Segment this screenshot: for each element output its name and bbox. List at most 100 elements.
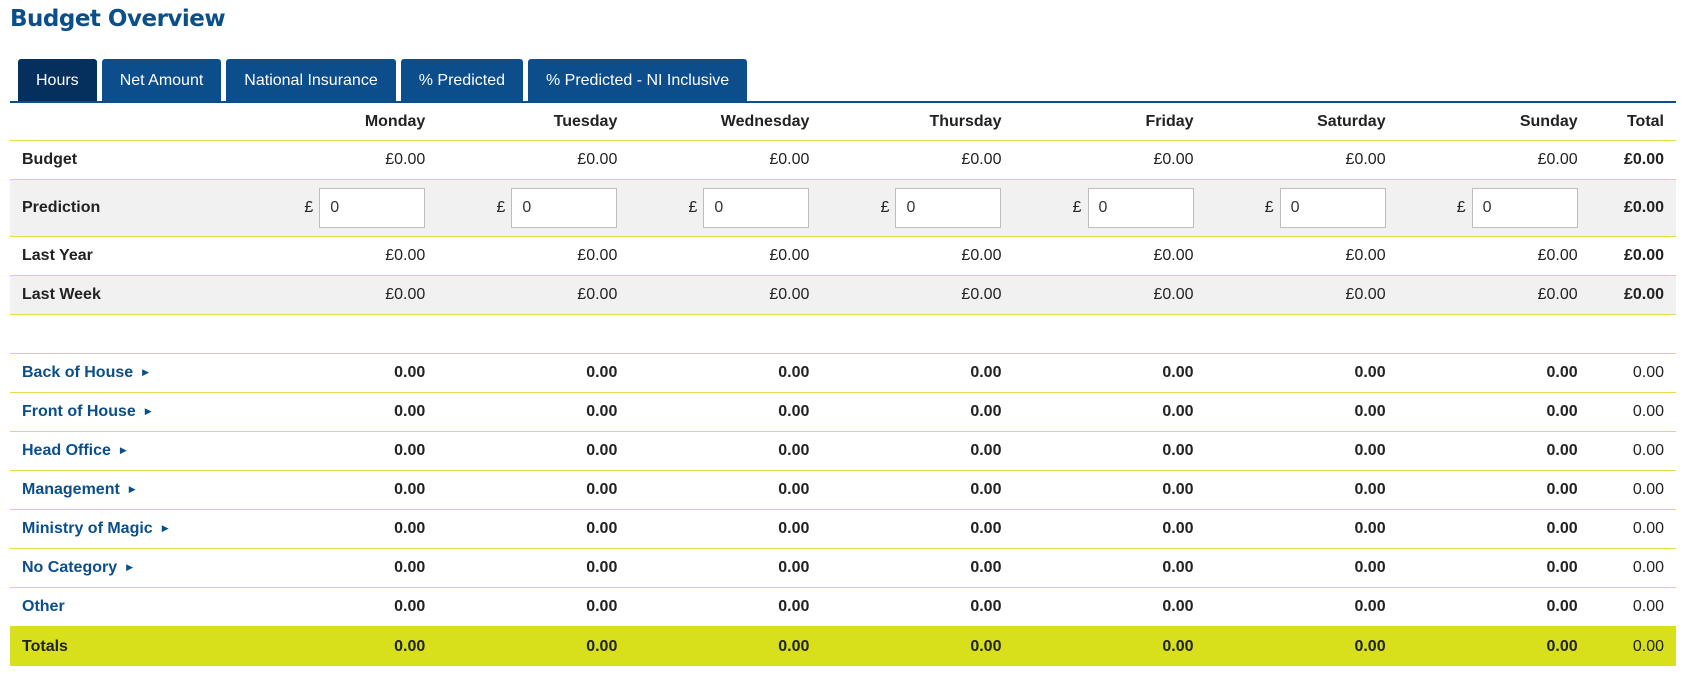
category-front-of-house-total: 0.00 (1589, 392, 1676, 432)
category-link-other[interactable]: Other (22, 598, 65, 615)
expand-arrow-icon[interactable]: ▶ (162, 523, 169, 533)
category-row-head-office: Head Office ▶ 0.00 0.00 0.00 0.00 0.00 0.00 0.00… (10, 431, 1676, 471)
budget-row-saturday: £0.00 (1205, 140, 1398, 180)
tab-net-amount[interactable]: Net Amount (101, 59, 222, 102)
prediction-cell-friday: £ (1013, 179, 1206, 237)
currency-symbol: £ (1264, 199, 1274, 216)
currency-symbol: £ (304, 199, 314, 216)
totals-row-thursday: 0.00 (821, 626, 1014, 666)
tab-percent-predicted[interactable]: % Predicted (400, 59, 523, 102)
expand-arrow-icon[interactable]: ▶ (145, 406, 152, 416)
category-no-category-thursday: 0.00 (821, 548, 1014, 588)
last-week-row-thursday: £0.00 (821, 275, 1014, 315)
budget-row-tuesday: £0.00 (437, 140, 630, 180)
last-year-row-wednesday: £0.00 (629, 236, 822, 276)
last-year-row-sunday: £0.00 (1397, 236, 1590, 276)
category-front-of-house-wednesday: 0.00 (629, 392, 822, 432)
category-back-of-house-saturday: 0.00 (1205, 353, 1398, 393)
last-year-row: Last Year £0.00 £0.00 £0.00 £0.00 £0.00 £0.00 £… (10, 236, 1676, 276)
spacer-row (10, 314, 1676, 354)
category-link-ministry-of-magic[interactable]: Ministry of Magic (22, 520, 153, 537)
category-management-sunday: 0.00 (1397, 470, 1590, 510)
category-front-of-house-saturday: 0.00 (1205, 392, 1398, 432)
category-management-monday: 0.00 (245, 470, 438, 510)
prediction-input-sunday[interactable] (1471, 188, 1578, 228)
prediction-input-monday[interactable] (319, 188, 426, 228)
category-other-saturday: 0.00 (1205, 587, 1398, 627)
category-link-management[interactable]: Management (22, 481, 120, 498)
category-other-tuesday: 0.00 (437, 587, 630, 627)
expand-arrow-icon[interactable]: ▶ (120, 445, 127, 455)
tab-hours[interactable]: Hours (18, 59, 97, 102)
category-link-front-of-house[interactable]: Front of House (22, 403, 136, 420)
expand-arrow-icon[interactable]: ▶ (142, 367, 149, 377)
prediction-field-tuesday: £ (449, 188, 618, 228)
totals-row: Totals 0.00 0.00 0.00 0.00 0.00 0.00 0.00 0.00 (10, 626, 1676, 666)
category-no-category-saturday: 0.00 (1205, 548, 1398, 588)
category-head-office-friday: 0.00 (1013, 431, 1206, 471)
totals-row-sunday: 0.00 (1397, 626, 1590, 666)
category-row-management: Management ▶ 0.00 0.00 0.00 0.00 0.00 0.00 0.00 0… (10, 470, 1676, 510)
last-year-row-saturday: £0.00 (1205, 236, 1398, 276)
category-head-office-tuesday: 0.00 (437, 431, 630, 471)
category-ministry-of-magic-saturday: 0.00 (1205, 509, 1398, 549)
category-front-of-house-thursday: 0.00 (821, 392, 1014, 432)
category-ministry-of-magic-total: 0.00 (1589, 509, 1676, 549)
prediction-row-total: £0.00 (1589, 179, 1676, 237)
last-year-row-monday: £0.00 (245, 236, 438, 276)
category-link-head-office[interactable]: Head Office (22, 442, 111, 459)
prediction-cell-tuesday: £ (437, 179, 630, 237)
last-year-row-tuesday: £0.00 (437, 236, 630, 276)
budget-table: Monday Tuesday Wednesday Thursday Friday… (10, 103, 1676, 666)
prediction-field-friday: £ (1025, 188, 1194, 228)
category-no-category-tuesday: 0.00 (437, 548, 630, 588)
category-row-back-of-house: Back of House ▶ 0.00 0.00 0.00 0.00 0.00 0.00 0.… (10, 353, 1676, 393)
header-sunday: Sunday (1519, 112, 1578, 130)
prediction-cell-wednesday: £ (629, 179, 822, 237)
category-back-of-house-sunday: 0.00 (1397, 353, 1590, 393)
category-link-back-of-house[interactable]: Back of House (22, 364, 133, 381)
prediction-input-saturday[interactable] (1279, 188, 1386, 228)
last-week-row-monday: £0.00 (245, 275, 438, 315)
category-front-of-house-friday: 0.00 (1013, 392, 1206, 432)
prediction-input-thursday[interactable] (895, 188, 1002, 228)
category-back-of-house-tuesday: 0.00 (437, 353, 630, 393)
table-header-row: Monday Tuesday Wednesday Thursday Friday… (10, 103, 1676, 141)
category-row-front-of-house: Front of House ▶ 0.00 0.00 0.00 0.00 0.00 0.00 0… (10, 392, 1676, 432)
category-cell-other: Other (10, 587, 246, 627)
prediction-input-wednesday[interactable] (703, 188, 810, 228)
category-other-monday: 0.00 (245, 587, 438, 627)
category-front-of-house-tuesday: 0.00 (437, 392, 630, 432)
budget-row-label: Budget (10, 140, 246, 180)
category-management-total: 0.00 (1589, 470, 1676, 510)
prediction-cell-thursday: £ (821, 179, 1014, 237)
category-other-sunday: 0.00 (1397, 587, 1590, 627)
category-cell-management: Management ▶ (10, 470, 246, 510)
totals-row-monday: 0.00 (245, 626, 438, 666)
header-empty (10, 103, 245, 141)
prediction-field-monday: £ (257, 188, 426, 228)
last-week-row-tuesday: £0.00 (437, 275, 630, 315)
budget-row-total: £0.00 (1589, 140, 1676, 180)
prediction-field-thursday: £ (833, 188, 1002, 228)
category-head-office-monday: 0.00 (245, 431, 438, 471)
header-wednesday: Wednesday (720, 112, 810, 130)
category-no-category-wednesday: 0.00 (629, 548, 822, 588)
prediction-field-sunday: £ (1410, 188, 1578, 228)
prediction-input-friday[interactable] (1087, 188, 1194, 228)
expand-arrow-icon[interactable]: ▶ (129, 484, 136, 494)
tab-national-insurance[interactable]: National Insurance (226, 59, 396, 102)
expand-arrow-icon[interactable]: ▶ (126, 562, 133, 572)
category-other-total: 0.00 (1589, 587, 1676, 627)
category-cell-head-office: Head Office ▶ (10, 431, 246, 471)
last-week-row-friday: £0.00 (1013, 275, 1206, 315)
category-link-no-category[interactable]: No Category (22, 559, 117, 576)
last-year-row-label: Last Year (10, 236, 246, 276)
prediction-input-tuesday[interactable] (511, 188, 618, 228)
category-cell-back-of-house: Back of House ▶ (10, 353, 246, 393)
last-week-row-sunday: £0.00 (1397, 275, 1590, 315)
category-row-ministry-of-magic: Ministry of Magic ▶ 0.00 0.00 0.00 0.00 0.00 0.… (10, 509, 1676, 549)
tab-percent-predicted-ni-inclusive[interactable]: % Predicted - NI Inclusive (527, 59, 748, 102)
category-front-of-house-sunday: 0.00 (1397, 392, 1590, 432)
budget-row-wednesday: £0.00 (629, 140, 822, 180)
